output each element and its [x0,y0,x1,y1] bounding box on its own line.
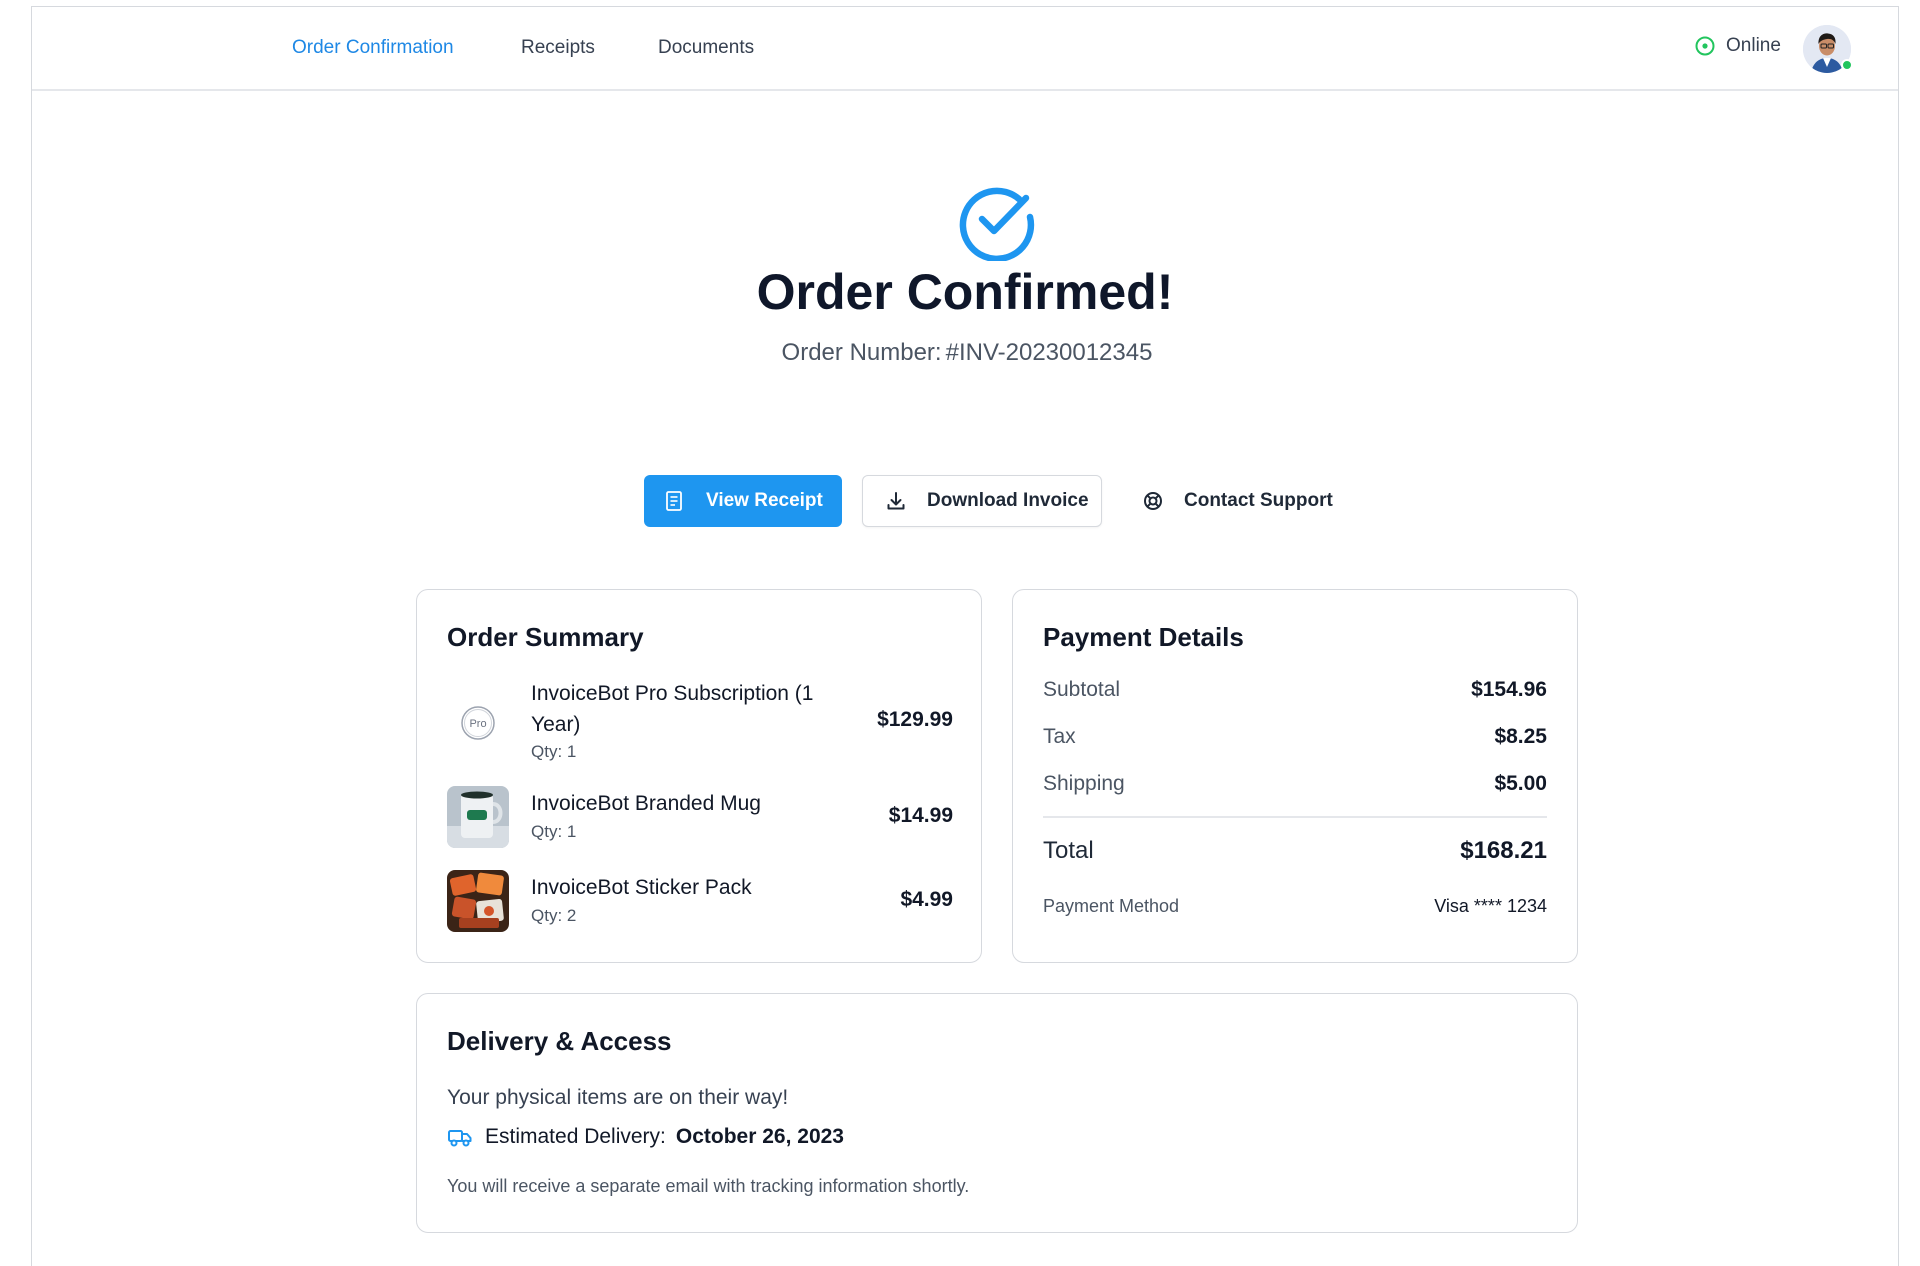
download-invoice-label: Download Invoice [927,490,1089,511]
delivery-message: Your physical items are on their way! [447,1086,789,1109]
online-status-icon [1695,36,1715,56]
delivery-note: You will receive a separate email with t… [447,1176,970,1196]
delivery-access-card: Delivery & Access Your physical items ar… [416,993,1578,1233]
subtotal-row: Subtotal $154.96 [1043,678,1547,702]
payment-method-row: Payment Method Visa **** 1234 [1043,896,1547,917]
download-icon [887,492,905,510]
top-nav-bar: Order Confirmation Receipts Documents On… [32,7,1898,91]
payment-method-label: Payment Method [1043,896,1180,916]
order-number: Order Number: #INV-20230012345 [32,339,1898,367]
total-row: Total $168.21 [1043,837,1547,865]
page-title: Order Confirmed! [756,264,1174,320]
pro-badge-icon: Pro [447,692,509,754]
contact-support-button[interactable]: Contact Support [1126,475,1346,527]
order-number-value: #INV-20230012345 [945,339,1153,366]
contact-support-label: Contact Support [1184,490,1333,511]
tax-value: $8.25 [1494,725,1547,748]
shipping-label: Shipping [1043,772,1125,795]
divider [1043,816,1547,818]
item-price: $4.99 [900,888,953,911]
list-item: InvoiceBot Sticker Pack Qty: 2 $4.99 [447,870,953,936]
order-summary-card: Order Summary Pro InvoiceBot Pro Subscri… [416,589,982,963]
payment-details-title: Payment Details [1043,622,1244,652]
avatar-online-indicator [1841,59,1853,71]
subtotal-label: Subtotal [1043,678,1121,701]
tax-label: Tax [1043,725,1076,748]
item-qty: Qty: 2 [531,906,577,925]
item-name: InvoiceBot Branded Mug [531,792,761,815]
total-label: Total [1043,837,1094,864]
payment-details-card: Payment Details Subtotal $154.96 Tax $8.… [1012,589,1578,963]
subtotal-value: $154.96 [1471,678,1547,701]
item-qty: Qty: 1 [531,742,577,761]
estimated-delivery-label: Estimated Delivery: [485,1125,666,1148]
nav-link-order-confirmation[interactable]: Order Confirmation [292,37,454,59]
shipping-row: Shipping $5.00 [1043,772,1547,796]
list-item: Pro InvoiceBot Pro Subscription (1 Year)… [447,678,953,770]
delivery-title: Delivery & Access [447,1026,672,1056]
order-summary-title: Order Summary [447,622,644,652]
item-name: InvoiceBot Sticker Pack [531,876,752,899]
receipt-icon [666,491,682,511]
shipping-value: $5.00 [1494,772,1547,795]
tax-row: Tax $8.25 [1043,725,1547,749]
item-price: $129.99 [877,708,953,731]
app-window: Order Confirmation Receipts Documents On… [31,6,1899,1266]
view-receipt-label: View Receipt [706,490,823,511]
truck-icon [448,1130,472,1147]
pro-badge-text: Pro [469,718,486,730]
item-name: InvoiceBot Pro Subscription (1 Year) [531,682,814,736]
mug-image [447,786,509,848]
item-price: $14.99 [888,804,953,827]
nav-link-receipts[interactable]: Receipts [521,37,595,59]
payment-method-value: Visa **** 1234 [1434,896,1547,916]
online-status-label: Online [1726,35,1781,56]
check-circle-icon [959,187,1035,261]
item-qty: Qty: 1 [531,822,577,841]
estimated-delivery: Estimated Delivery: October 26, 2023 [447,1125,844,1149]
online-status: Online [1694,35,1781,57]
total-value: $168.21 [1460,837,1547,864]
estimated-delivery-value: October 26, 2023 [675,1125,844,1148]
view-receipt-button[interactable]: View Receipt [644,475,842,527]
lifebuoy-icon [1144,492,1162,510]
order-number-label: Order Number: [781,339,942,366]
download-invoice-button[interactable]: Download Invoice [862,475,1102,527]
list-item: InvoiceBot Branded Mug Qty: 1 $14.99 [447,786,953,852]
nav-link-documents[interactable]: Documents [658,37,754,59]
sticker-pack-image [447,870,509,932]
